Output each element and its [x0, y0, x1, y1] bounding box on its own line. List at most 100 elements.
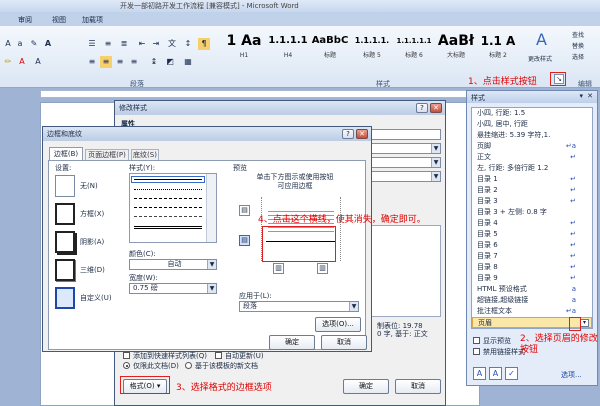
gallery-style-h5[interactable]: 1.1.1.1. 标题 5 — [350, 30, 394, 68]
tab-shading[interactable]: 底纹(S) — [131, 149, 159, 160]
borders-close-button[interactable]: ✕ — [356, 129, 368, 139]
gallery-style-h1[interactable]: 1 Aa H1 — [222, 30, 266, 68]
find-button[interactable]: 查找 — [572, 30, 584, 39]
line-style-list[interactable] — [129, 173, 217, 243]
style-item[interactable]: 目录 2 ↵ — [472, 185, 592, 196]
show-marks-icon[interactable]: ¶ — [198, 38, 210, 50]
style-item[interactable]: 小四, 居中, 行距 — [472, 119, 592, 130]
highlight-icon[interactable]: ✏ — [2, 56, 14, 68]
line-spacing-icon[interactable]: ↨ — [148, 56, 160, 68]
manage-styles-icon[interactable]: ✓ — [505, 367, 518, 380]
setting-3d[interactable]: 三维(D) — [55, 259, 109, 281]
numbering-icon[interactable]: ≡ — [102, 38, 114, 50]
style-name-field[interactable] — [371, 129, 441, 140]
decrease-indent-icon[interactable]: ⇤ — [136, 38, 148, 50]
select-button[interactable]: 选择 — [572, 52, 584, 61]
modify-cancel-button[interactable]: 取消 — [395, 379, 441, 394]
modify-ok-button[interactable]: 确定 — [343, 379, 389, 394]
styles-pane-close-icon[interactable]: ✕ — [587, 92, 593, 100]
line-style-dash-dot[interactable] — [134, 216, 202, 217]
font-size-icon[interactable]: A — [2, 38, 14, 50]
borders-ok-button[interactable]: 确定 — [269, 335, 315, 350]
style-item[interactable]: HTML 预设格式 a — [472, 284, 592, 295]
new-style-icon[interactable]: A — [473, 367, 486, 380]
borders-help-button[interactable]: ? — [342, 129, 354, 139]
only-doc-radio[interactable] — [123, 362, 130, 369]
style-item[interactable]: 页脚 ↵a — [472, 141, 592, 152]
line-style-dashed[interactable] — [134, 198, 202, 199]
tab-borders[interactable]: 边框(B) — [49, 147, 83, 160]
tab-page-border[interactable]: 页面边框(P) — [85, 149, 129, 160]
style-item[interactable]: 目录 9 ↵ — [472, 273, 592, 284]
borders-options-button[interactable]: 选项(O)... — [315, 317, 361, 332]
preview-top-border-button[interactable]: ▤ — [239, 205, 250, 216]
gallery-style-title[interactable]: AaBbC 标题 — [308, 30, 352, 68]
apply-dropdown[interactable]: 段落 ▼ — [239, 301, 359, 312]
style-inspector-icon[interactable]: A — [489, 367, 502, 380]
replace-button[interactable]: 替换 — [572, 41, 584, 50]
style-item[interactable]: 超链接,超级链接 a — [472, 295, 592, 306]
modify-help-button[interactable]: ? — [416, 103, 428, 113]
setting-none[interactable]: 无(N) — [55, 175, 109, 197]
shading-icon[interactable]: ◩ — [164, 56, 176, 68]
bullets-icon[interactable]: ☰ — [86, 38, 98, 50]
line-style-scrollbar[interactable] — [206, 174, 216, 242]
style-item[interactable]: 目录 3 ↵ — [472, 196, 592, 207]
tab-addins[interactable]: 加载项 — [82, 15, 103, 25]
style-item[interactable]: 正文 ↵ — [472, 152, 592, 163]
line-style-double[interactable] — [134, 226, 202, 229]
style-item[interactable]: 目录 6 ↵ — [472, 240, 592, 251]
style-item[interactable]: 悬挂缩进: 5.39 字符,1. — [472, 130, 592, 141]
tab-review[interactable]: 审阅 — [18, 15, 32, 25]
style-type-field[interactable]: ▼ — [371, 143, 441, 154]
clear-format-icon[interactable]: ✎ — [28, 38, 40, 50]
align-left-icon[interactable]: ≡ — [86, 56, 98, 68]
styles-pane-menu-icon[interactable]: ▾ — [579, 92, 583, 100]
add-quick-checkbox[interactable] — [123, 352, 130, 359]
line-style-dotted[interactable] — [134, 189, 202, 190]
styles-options-link[interactable]: 选项... — [561, 370, 582, 380]
justify-icon[interactable]: ≡ — [128, 56, 140, 68]
chinese-layout-icon[interactable]: 文 — [166, 38, 178, 50]
style-item[interactable]: 目录 3 + 左侧: 0.8 字 — [472, 207, 592, 218]
show-preview-checkbox[interactable] — [473, 337, 480, 344]
line-style-solid[interactable] — [131, 176, 205, 183]
borders-icon[interactable]: ▦ — [182, 56, 194, 68]
sort-icon[interactable]: ↕ — [182, 38, 194, 50]
disable-linked-checkbox[interactable] — [473, 348, 480, 355]
preview-right-border-button[interactable]: ▥ — [317, 263, 328, 274]
font-color-icon[interactable]: A — [16, 56, 28, 68]
change-case-icon[interactable]: A — [42, 38, 54, 50]
multilevel-icon[interactable]: ≣ — [118, 38, 130, 50]
style-item[interactable]: 目录 7 ↵ — [472, 251, 592, 262]
change-styles-button[interactable]: A 更改样式 — [528, 28, 560, 68]
align-center-icon[interactable]: ≡ — [100, 56, 112, 68]
width-dropdown[interactable]: 0.75 磅 ▼ — [129, 283, 217, 294]
style-item[interactable]: 左, 行距: 多倍行距 1.2 — [472, 163, 592, 174]
setting-shadow[interactable]: 阴影(A) — [55, 231, 109, 253]
preview-left-border-button[interactable]: ▥ — [273, 263, 284, 274]
line-style-long-dash[interactable] — [134, 207, 202, 208]
preview-bottom-border-button[interactable]: ▤ — [239, 235, 250, 246]
borders-cancel-button[interactable]: 取消 — [321, 335, 367, 350]
increase-indent-icon[interactable]: ⇥ — [150, 38, 162, 50]
tab-view[interactable]: 视图 — [52, 15, 66, 25]
style-based-on-field[interactable]: ▼ — [371, 157, 441, 168]
auto-update-checkbox[interactable] — [215, 352, 222, 359]
gallery-style-h2[interactable]: 1.1 A 标题 2 — [476, 30, 520, 68]
style-item[interactable]: 目录 1 ↵ — [472, 174, 592, 185]
modify-close-button[interactable]: ✕ — [430, 103, 442, 113]
gallery-style-big-title[interactable]: AaBł 大标题 — [434, 30, 478, 68]
style-item-dropdown-icon[interactable]: ▾ — [580, 319, 589, 327]
new-docs-radio[interactable] — [185, 362, 192, 369]
style-item[interactable]: 目录 8 ↵ — [472, 262, 592, 273]
style-following-field[interactable]: ▼ — [371, 171, 441, 182]
char-shading-icon[interactable]: A — [32, 56, 44, 68]
gallery-style-h6[interactable]: 1.1.1.1.1 标题 6 — [392, 30, 436, 68]
style-item[interactable]: 小四, 行距: 1.5 — [472, 108, 592, 119]
style-item[interactable]: 目录 5 ↵ — [472, 229, 592, 240]
gallery-style-h4[interactable]: 1.1.1.1 H4 — [266, 30, 310, 68]
setting-box[interactable]: 方框(X) — [55, 203, 109, 225]
shrink-font-icon[interactable]: a — [14, 38, 26, 50]
setting-custom[interactable]: 自定义(U) — [55, 287, 112, 309]
